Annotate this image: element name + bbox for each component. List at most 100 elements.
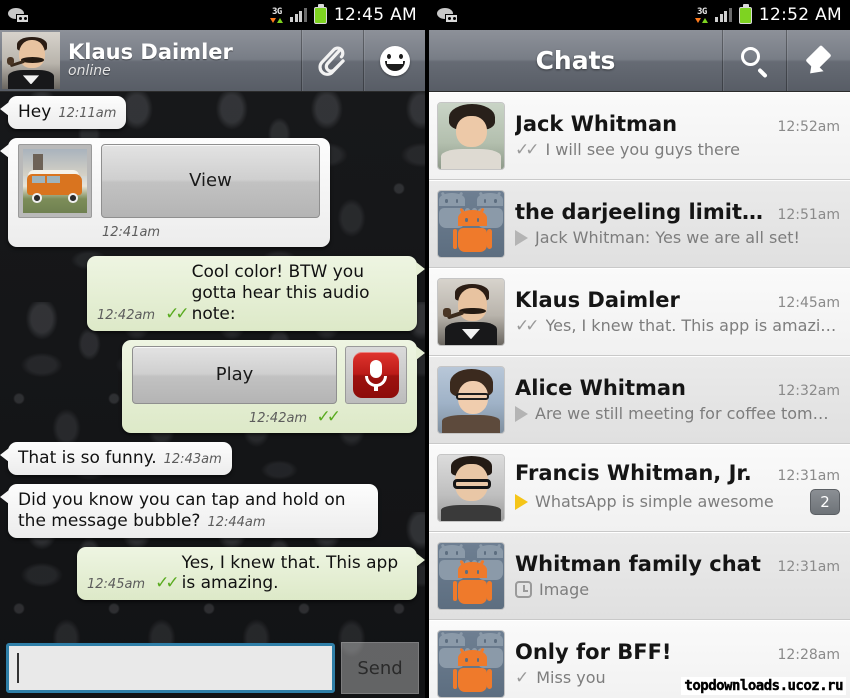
- avatar: [437, 277, 505, 346]
- read-receipt-double-check-icon: ✓✓: [165, 303, 189, 324]
- battery-icon: [313, 3, 327, 24]
- conversation-header: Klaus Daimler online: [0, 30, 425, 92]
- pencil-icon: [803, 44, 834, 79]
- message-time: 12:41am: [102, 224, 161, 240]
- battery-icon: [738, 3, 752, 24]
- chat-list-item[interactable]: the darjeeling limited 12:51am Jack Whit…: [429, 180, 850, 268]
- message-text: Did you know you can tap and hold on the…: [18, 490, 351, 531]
- read-receipt-double-check-icon: ✓✓: [155, 573, 179, 594]
- signal-bars-icon: [290, 8, 307, 22]
- chat-preview: Jack Whitman: Yes we are all set!: [535, 228, 800, 247]
- chat-time: 12:52am: [777, 118, 840, 135]
- view-image-button[interactable]: View: [101, 143, 320, 218]
- message-row[interactable]: View 12:41am: [0, 137, 417, 248]
- message-composer: Send: [0, 638, 425, 698]
- avatar: [437, 101, 505, 170]
- message-row[interactable]: 12:42am ✓✓ Cool color! BTW you gotta hea…: [8, 256, 425, 331]
- new-chat-button[interactable]: [786, 30, 850, 91]
- status-bar-clock: 12:52 AM: [758, 5, 842, 25]
- microphone-icon: [353, 351, 399, 398]
- chat-name: Only for BFF!: [515, 639, 672, 664]
- message-row[interactable]: Hey 12:11am: [0, 96, 417, 129]
- message-text: Hey: [18, 102, 52, 122]
- chat-time: 12:28am: [777, 646, 840, 663]
- network-3g-icon: 3G: [270, 7, 284, 23]
- dual-phone-screenshot: 3G 12:45 AM Klaus Daimler online Hey 12:…: [0, 0, 850, 698]
- status-double-check-icon: ✓✓: [515, 315, 539, 336]
- chat-time: 12:51am: [777, 207, 840, 223]
- message-time: 12:45am: [87, 577, 146, 593]
- message-text: Yes, I knew that. This app is amazing.: [181, 552, 404, 594]
- chat-list-item[interactable]: Alice Whitman 12:32am Are we still meeti…: [429, 356, 850, 444]
- message-bubble-incoming[interactable]: That is so funny. 12:43am: [0, 442, 232, 476]
- message-time: 12:44am: [207, 514, 266, 530]
- message-row[interactable]: Play 12:42am ✓✓: [8, 339, 425, 434]
- chat-time: 12:32am: [777, 383, 840, 399]
- signal-bars-icon: [715, 8, 732, 22]
- message-text: Cool color! BTW you gotta hear this audi…: [191, 262, 375, 324]
- chat-list-item[interactable]: Jack Whitman 12:52am ✓✓ I will see you g…: [429, 92, 850, 180]
- chat-name: Francis Whitman, Jr.: [515, 460, 752, 485]
- text-caret: [17, 653, 19, 683]
- chat-list-item[interactable]: Francis Whitman, Jr. 12:31am WhatsApp is…: [429, 444, 850, 532]
- chats-title-text: Chats: [535, 46, 616, 75]
- chat-list[interactable]: Jack Whitman 12:52am ✓✓ I will see you g…: [429, 92, 850, 698]
- avatar-group: [437, 189, 505, 258]
- message-row[interactable]: That is so funny. 12:43am: [0, 442, 417, 476]
- contact-presence: online: [68, 63, 111, 80]
- avatar: [437, 453, 505, 522]
- message-bubble-icon: [437, 7, 459, 23]
- chat-time: 12:31am: [777, 467, 840, 484]
- status-double-check-icon: ✓✓: [515, 139, 539, 160]
- chat-name: the darjeeling limited: [515, 200, 770, 224]
- status-play-icon: [515, 405, 528, 422]
- contact-name: Klaus Daimler: [68, 40, 233, 65]
- chat-name: Whitman family chat: [515, 552, 761, 576]
- chat-preview: Image: [539, 580, 590, 599]
- message-text: That is so funny.: [18, 448, 157, 469]
- message-time: 12:11am: [58, 106, 117, 121]
- contact-avatar[interactable]: [0, 30, 62, 91]
- message-time: 12:42am: [97, 307, 156, 323]
- smiley-icon: [379, 45, 410, 76]
- chat-list-item[interactable]: Klaus Daimler 12:45am ✓✓ Yes, I knew tha…: [429, 268, 850, 356]
- status-play-unplayed-icon: [515, 493, 528, 510]
- emoji-button[interactable]: [363, 30, 425, 91]
- message-bubble-outgoing[interactable]: 12:45am ✓✓ Yes, I knew that. This app is…: [77, 546, 425, 601]
- right-phone-chats-screen: 3G 12:52 AM Chats Jack Whitman 12:52am ✓…: [425, 0, 850, 698]
- status-play-icon: [515, 229, 528, 246]
- message-input[interactable]: [6, 643, 335, 693]
- play-audio-button[interactable]: Play: [132, 345, 337, 404]
- chat-list-item[interactable]: Whitman family chat 12:31am Image: [429, 532, 850, 620]
- attach-button[interactable]: [301, 30, 363, 91]
- read-receipt-double-check-icon: ✓✓: [316, 406, 341, 427]
- message-bubble-outgoing[interactable]: 12:42am ✓✓ Cool color! BTW you gotta hea…: [87, 256, 425, 331]
- status-bar-clock: 12:45 AM: [333, 5, 417, 25]
- chats-header: Chats: [429, 30, 850, 92]
- chat-name: Alice Whitman: [515, 376, 687, 400]
- message-time: 12:43am: [163, 452, 222, 468]
- message-bubble-incoming[interactable]: Hey 12:11am: [0, 96, 127, 129]
- chat-preview: I will see you guys there: [545, 140, 740, 159]
- paperclip-icon: [317, 44, 348, 78]
- search-icon: [740, 46, 769, 78]
- chat-preview: Yes, I knew that. This app is amazing.: [545, 316, 841, 335]
- left-phone-conversation-screen: 3G 12:45 AM Klaus Daimler online Hey 12:…: [0, 0, 425, 698]
- message-bubble-image[interactable]: View 12:41am: [0, 137, 330, 248]
- audio-note-badge: [345, 345, 407, 404]
- avatar: [437, 365, 505, 434]
- right-status-bar: 3G 12:52 AM: [429, 0, 850, 30]
- contact-info[interactable]: Klaus Daimler online: [62, 30, 301, 91]
- image-thumbnail[interactable]: [18, 143, 92, 218]
- status-pending-clock-icon: [515, 581, 532, 598]
- message-list[interactable]: Hey 12:11am View 12:41am 12:42am ✓✓ Cool…: [0, 92, 425, 698]
- search-button[interactable]: [722, 30, 786, 91]
- message-row[interactable]: Did you know you can tap and hold on the…: [0, 484, 417, 538]
- message-bubble-incoming[interactable]: Did you know you can tap and hold on the…: [0, 484, 378, 538]
- avatar-group: [437, 629, 505, 698]
- message-bubble-audio[interactable]: Play 12:42am ✓✓: [122, 339, 425, 434]
- send-button[interactable]: Send: [341, 642, 419, 694]
- unread-count-badge: 2: [810, 488, 840, 515]
- chat-time: 12:31am: [777, 559, 840, 575]
- message-row[interactable]: 12:45am ✓✓ Yes, I knew that. This app is…: [8, 546, 425, 601]
